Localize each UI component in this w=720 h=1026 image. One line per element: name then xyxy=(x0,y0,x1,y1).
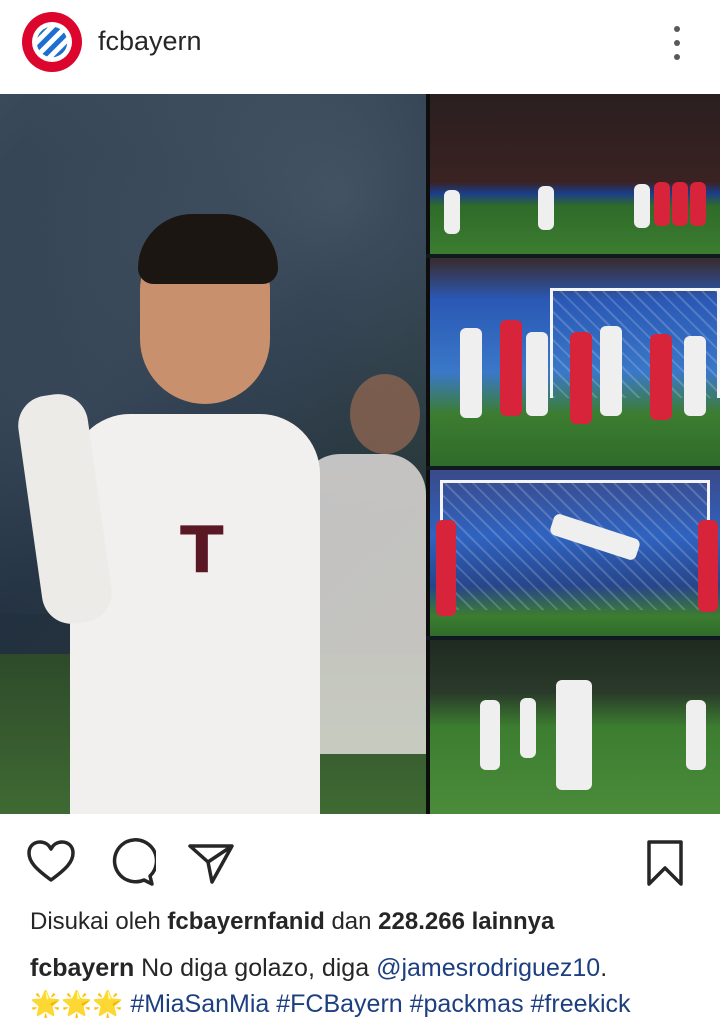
caption-text: No diga golazo, diga xyxy=(141,954,370,982)
caption-mention[interactable]: @jamesrodriguez10 xyxy=(376,954,600,982)
caption-line-2: 🌟🌟🌟 #MiaSanMia #FCBayern #packmas #freek… xyxy=(30,986,700,1022)
fc-bayern-logo-icon xyxy=(32,22,72,62)
thumbnail-2 xyxy=(426,258,720,466)
caption-emoji: 🌟🌟🌟 xyxy=(30,990,124,1018)
likes-joiner: dan xyxy=(331,908,372,935)
caption-username[interactable]: fcbayern xyxy=(30,954,134,982)
likes-user[interactable]: fcbayernfanid xyxy=(167,908,324,935)
thumbnail-1 xyxy=(426,94,720,254)
player-figure: T xyxy=(14,214,350,814)
send-arrow-icon[interactable] xyxy=(186,838,236,888)
likes-summary[interactable]: Disukai oleh fcbayernfanid dan 228.266 l… xyxy=(30,908,554,936)
likes-count[interactable]: 228.266 lainnya xyxy=(378,908,554,935)
likes-prefix: Disukai oleh xyxy=(30,908,161,935)
main-photo: T xyxy=(0,94,426,814)
comment-bubble-icon[interactable] xyxy=(106,838,156,888)
heart-icon[interactable] xyxy=(26,838,76,888)
caption-hashtags[interactable]: #MiaSanMia #FCBayern #packmas #freekick xyxy=(130,990,630,1018)
post-username[interactable]: fcbayern xyxy=(98,26,202,57)
caption-end: . xyxy=(600,954,608,982)
post-image[interactable]: T xyxy=(0,94,720,814)
more-vertical-icon[interactable] xyxy=(672,26,682,60)
thumbnail-4 xyxy=(426,640,720,814)
action-bar xyxy=(0,814,720,904)
thumbnail-3 xyxy=(426,470,720,636)
jersey-logo: T xyxy=(180,514,224,588)
caption-line-1: fcbayern No diga golazo, diga @jamesrodr… xyxy=(30,954,607,982)
post-header: fcbayern xyxy=(0,0,720,84)
avatar[interactable] xyxy=(22,12,82,72)
post-caption: fcbayern No diga golazo, diga @jamesrodr… xyxy=(30,950,700,1022)
bookmark-icon[interactable] xyxy=(640,838,690,888)
